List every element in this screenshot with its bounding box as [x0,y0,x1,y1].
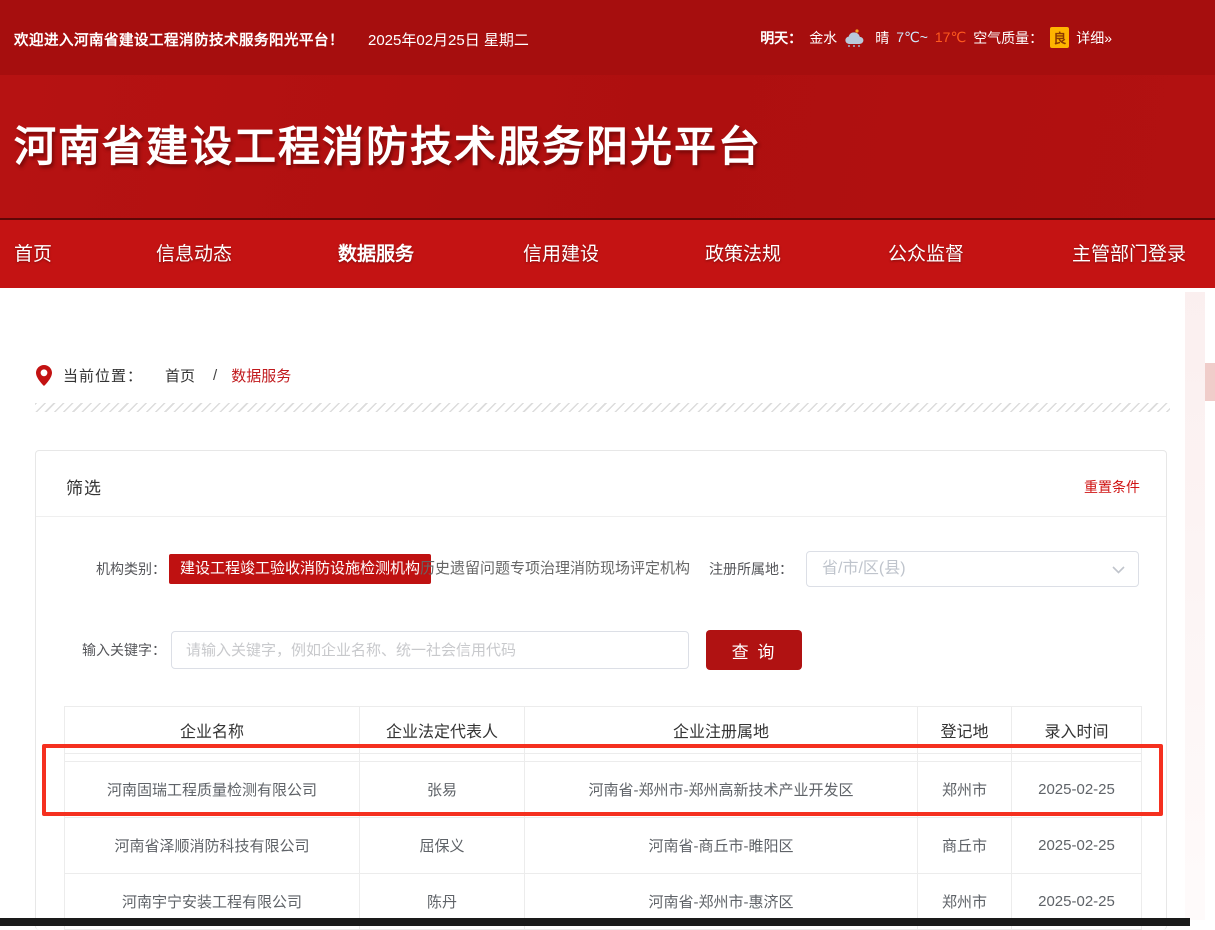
results-table: 企业名称 企业法定代表人 企业注册属地 登记地 录入时间 河南固瑞工程质量检测有… [64,706,1142,930]
breadcrumb-separator: / [213,367,217,384]
table-header-row: 企业名称 企业法定代表人 企业注册属地 登记地 录入时间 [65,707,1142,754]
site-header: 河南省建设工程消防技术服务阳光平台 [0,75,1215,218]
region-select[interactable]: 省/市/区(县) [806,551,1139,587]
chevron-down-icon [1112,566,1125,574]
table-spacer-row [65,754,1142,762]
air-quality-label: 空气质量： [973,28,1043,48]
right-edge-strip [1185,292,1205,920]
cloud-icon [844,29,868,47]
nav-item-admin-login[interactable]: 主管部门登录 [1072,220,1186,290]
cell-region: 河南省-商丘市-睢阳区 [525,818,918,874]
table-row[interactable]: 河南固瑞工程质量检测有限公司 张易 河南省-郑州市-郑州高新技术产业开发区 郑州… [65,762,1142,818]
cell-region: 河南省-郑州市-郑州高新技术产业开发区 [525,762,918,818]
topbar: 欢迎进入河南省建设工程消防技术服务阳光平台！ 2025年02月25日 星期二 明… [0,0,1215,75]
cell-entry-date: 2025-02-25 [1012,818,1142,874]
bottom-dark-bar [0,918,1190,926]
keyword-input[interactable] [171,631,689,669]
weather-condition: 晴 [875,28,889,48]
air-quality-badge: 良 [1050,27,1069,48]
breadcrumb-label: 当前位置： [63,365,143,386]
reset-filters-link[interactable]: 重置条件 [1084,477,1140,497]
cell-registry-city: 商丘市 [918,818,1012,874]
weather-widget: 明天： 金水 晴 7℃~ 17℃ 空气质量： 良 详细» [760,27,1112,48]
cell-legal-rep: 屈保义 [360,818,525,874]
table-row[interactable]: 河南省泽顺消防科技有限公司 屈保义 河南省-商丘市-睢阳区 商丘市 2025-0… [65,818,1142,874]
breadcrumb-home[interactable]: 首页 [165,365,195,386]
th-entry-date: 录入时间 [1012,707,1142,754]
search-button[interactable]: 查 询 [706,630,802,670]
breadcrumb: 当前位置： 首页 / 数据服务 [36,361,291,389]
cell-entry-date: 2025-02-25 [1012,762,1142,818]
weather-tomorrow-label: 明天： [760,28,802,48]
breadcrumb-current: 数据服务 [231,365,291,386]
th-region: 企业注册属地 [525,707,918,754]
category-label: 机构类别： [36,554,166,584]
temp-high: 17℃ [935,29,966,46]
site-title: 河南省建设工程消防技术服务阳光平台 [14,113,762,174]
nav-item-home[interactable]: 首页 [14,220,52,290]
category-option-inspection[interactable]: 建设工程竣工验收消防设施检测机构 [169,554,431,584]
nav-item-credit[interactable]: 信用建设 [523,220,599,290]
welcome-text: 欢迎进入河南省建设工程消防技术服务阳光平台！ [14,29,344,50]
nav-item-news[interactable]: 信息动态 [156,220,232,290]
right-edge-tab [1205,363,1215,401]
region-select-placeholder: 省/市/区(县) [822,552,906,586]
filter-title: 筛选 [66,474,102,499]
weather-district: 金水 [809,28,837,48]
filter-card-header: 筛选 重置条件 [36,451,1166,517]
region-label: 注册所属地： [613,551,793,587]
cell-registry-city: 郑州市 [918,762,1012,818]
weather-detail-link[interactable]: 详细» [1076,28,1112,48]
nav-item-supervision[interactable]: 公众监督 [888,220,964,290]
cell-company-name: 河南省泽顺消防科技有限公司 [65,818,360,874]
th-company-name: 企业名称 [65,707,360,754]
cell-company-name: 河南固瑞工程质量检测有限公司 [65,762,360,818]
nav-item-policy[interactable]: 政策法规 [705,220,781,290]
main-nav: 首页 信息动态 数据服务 信用建设 政策法规 公众监督 主管部门登录 [0,218,1215,288]
keyword-label: 输入关键字： [36,631,166,669]
nav-item-data-service[interactable]: 数据服务 [338,220,414,290]
th-registry-city: 登记地 [918,707,1012,754]
filter-card: 筛选 重置条件 机构类别： 建设工程竣工验收消防设施检测机构 历史遗留问题专项治… [35,450,1167,930]
temp-low: 7℃~ [896,29,928,46]
hatch-divider [35,403,1170,412]
th-legal-rep: 企业法定代表人 [360,707,525,754]
date-text: 2025年02月25日 星期二 [368,29,529,50]
location-pin-icon [36,365,52,386]
cell-legal-rep: 张易 [360,762,525,818]
